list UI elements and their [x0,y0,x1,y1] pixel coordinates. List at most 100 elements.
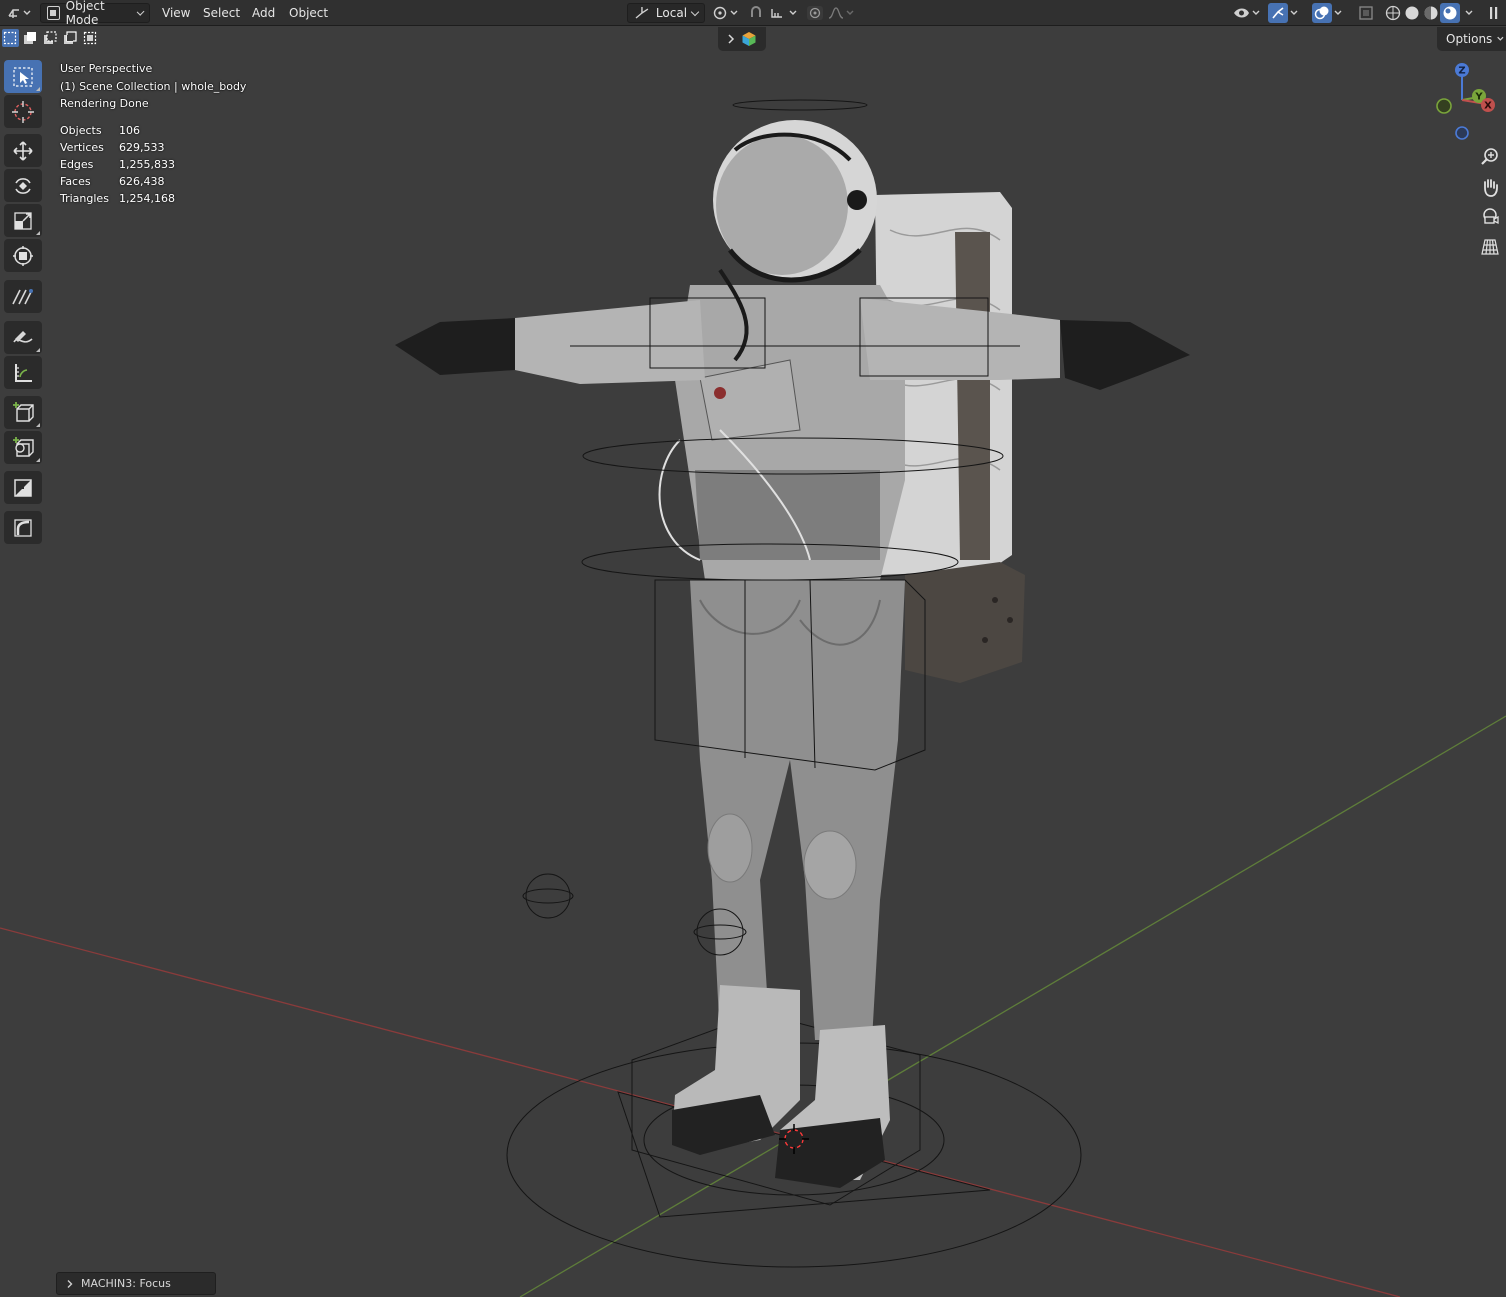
object-mode-icon [47,6,60,20]
tool-annotate-lines[interactable] [4,280,42,313]
gizmo-toggle[interactable] [1268,3,1304,23]
tool-add-cube[interactable] [4,396,42,429]
select-difference-icon[interactable] [61,29,78,47]
options-dropdown[interactable]: Options [1437,27,1506,51]
xray-toggle[interactable] [1358,3,1376,23]
stat-row: Triangles 1,254,168 [60,190,175,207]
legs[interactable] [690,580,905,1040]
stat-label: Objects [60,124,102,137]
tool-curve[interactable] [4,511,42,544]
gizmo-icon [1268,3,1288,23]
snap-controls[interactable] [748,3,800,23]
overlays-icon [1312,3,1332,23]
select-extend-icon[interactable] [22,29,39,47]
tool-move[interactable] [4,134,42,167]
tool-annotate[interactable] [4,321,42,354]
options-label: Options [1446,32,1493,46]
select-new-icon[interactable] [2,29,19,47]
cursor-icon [12,100,34,123]
orientation-label: Local [655,6,688,20]
stat-label: Edges [60,158,94,171]
chevron-right-icon [728,34,735,44]
sidebar-toggle[interactable] [1488,3,1502,23]
stat-row: Vertices 629,533 [60,139,175,156]
tool-rotate[interactable] [4,169,42,202]
tool-cursor[interactable] [4,95,42,128]
stat-label: Triangles [60,192,109,205]
tool-transform[interactable] [4,239,42,272]
editor-type-button[interactable] [4,3,34,23]
stat-value: 1,254,168 [119,192,175,205]
perspective-toggle-button[interactable] [1477,234,1503,260]
camera-view-button[interactable] [1477,204,1503,230]
move-icon [13,140,33,161]
ruler-icon [15,363,32,382]
stat-label: Vertices [60,141,104,154]
navigation-gizmo[interactable]: Z Y X [1426,60,1502,146]
stat-row: Objects 106 [60,122,175,139]
tool-select-box[interactable] [4,60,42,93]
stat-value: 629,533 [119,141,165,154]
last-operator-panel[interactable]: MACHIN3: Focus [56,1272,216,1295]
scene-statistics: Objects 106 Vertices 629,533 Edges 1,255,83… [60,122,175,207]
select-intersect-icon[interactable] [81,29,98,47]
shading-icons [1385,3,1473,23]
chevron-down-icon [1497,36,1504,41]
y-axis-line [519,715,1506,1297]
tool-measure[interactable] [4,356,42,389]
pivot-point-dropdown[interactable] [712,3,742,23]
tool-settings-row: Options [0,27,1506,51]
zoom-icon [1481,148,1498,165]
select-subtract-icon[interactable] [42,29,59,47]
shading-modes[interactable] [1382,3,1480,23]
overlays-toggle[interactable] [1312,3,1352,23]
addon-pie-tab[interactable] [718,27,766,51]
annotate-lines-icon [12,288,33,304]
stat-label: Faces [60,175,91,188]
menu-select[interactable]: Select [196,3,247,23]
stat-row: Faces 626,438 [60,173,175,190]
tool-shrink-flatten[interactable] [4,471,42,504]
proportional-edit-icon [807,6,854,20]
viewport-info: User Perspective (1) Scene Collection | … [60,60,246,113]
visibility-dropdown[interactable] [1232,3,1262,23]
rotate-icon [15,177,31,194]
menu-add[interactable]: Add [245,3,282,23]
pan-button[interactable] [1477,174,1503,200]
add-cube-icon [13,401,34,422]
proportional-edit-controls[interactable] [805,3,857,23]
grid-perspective-icon [1481,239,1499,255]
render-status: Rendering Done [60,97,149,110]
select-box-icon [13,66,33,87]
stat-value: 106 [119,124,140,137]
collection-label: (1) Scene Collection | whole_body [60,79,247,93]
x-axis-label: X [1484,101,1492,112]
stat-value: 1,255,833 [119,158,175,171]
pivot-icon [713,6,738,20]
mode-dropdown[interactable]: Object Mode [40,0,150,27]
selection-mode-group [2,29,98,49]
chevron-down-icon [1334,10,1342,15]
menu-object[interactable]: Object [282,3,335,23]
last-operator-label: MACHIN3: Focus [81,1277,171,1290]
neg-y-handle[interactable] [1436,98,1452,114]
neg-z-handle[interactable] [1455,126,1469,140]
cube-addon-icon [742,32,756,46]
zoom-button[interactable] [1477,144,1503,170]
chevron-down-icon [136,7,145,16]
xray-icon [1359,6,1373,20]
chevron-right-icon [67,1279,73,1288]
snap-icon [751,6,797,18]
3d-viewport-icon [8,9,31,18]
eye-icon [1234,8,1260,18]
transform-orientation-dropdown[interactable]: Local [627,3,705,23]
tool-scale[interactable] [4,204,42,237]
scale-cage-icon [14,478,32,497]
menu-view[interactable]: View [155,3,197,23]
chevron-down-icon [690,7,700,16]
tool-add-object[interactable] [4,431,42,464]
perspective-label: User Perspective [60,62,153,75]
pole-target-left[interactable] [522,873,574,919]
viewport-canvas[interactable] [0,51,1506,1297]
z-axis-label: Z [1458,66,1465,77]
